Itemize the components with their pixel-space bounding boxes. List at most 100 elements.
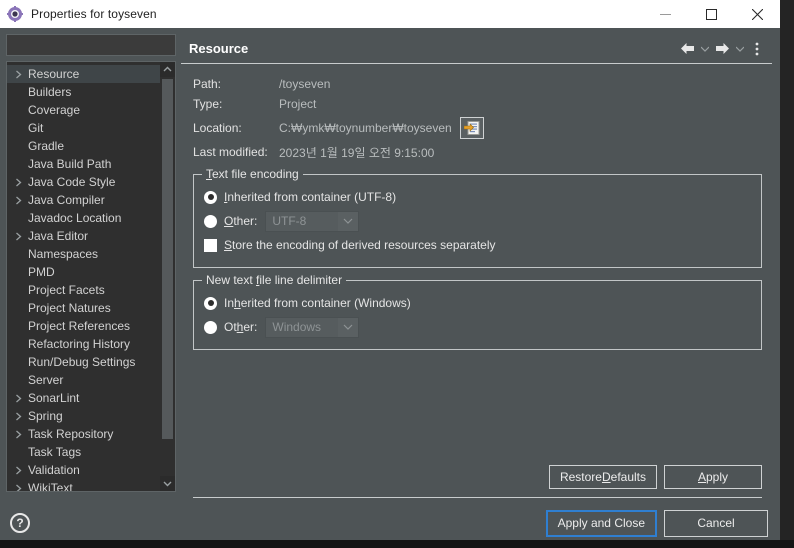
window-controls: [642, 0, 780, 28]
sidebar-item-gradle[interactable]: Gradle: [7, 137, 160, 155]
delimiter-other-b: er:: [243, 320, 258, 334]
sidebar-item-javadoc-location[interactable]: Javadoc Location: [7, 209, 160, 227]
chevron-right-icon[interactable]: [11, 174, 26, 190]
delimiter-other-a: Ot: [224, 320, 237, 334]
tree-indent-spacer: [11, 120, 26, 136]
encoding-inherited-radio[interactable]: [204, 190, 217, 204]
encoding-combo-chevron-down-icon[interactable]: [338, 216, 358, 226]
encoding-inherited-label-rest: nherited from container (UTF-8): [227, 190, 397, 204]
maximize-button[interactable]: [688, 0, 734, 28]
sidebar-item-task-tags[interactable]: Task Tags: [7, 443, 160, 461]
sidebar-item-label: Task Tags: [28, 445, 82, 459]
sidebar-item-coverage[interactable]: Coverage: [7, 101, 160, 119]
sidebar-item-project-references[interactable]: Project References: [7, 317, 160, 335]
sidebar-item-java-code-style[interactable]: Java Code Style: [7, 173, 160, 191]
filter-search-wrap: [6, 34, 181, 61]
tree-indent-spacer: [11, 282, 26, 298]
properties-gear-icon: [7, 6, 23, 22]
sidebar-item-label: Run/Debug Settings: [28, 355, 136, 369]
sidebar-item-spring[interactable]: Spring: [7, 407, 160, 425]
location-label: Location:: [193, 121, 242, 135]
encoding-inherited-row[interactable]: Inherited from container (UTF-8): [204, 185, 751, 209]
delimiter-combo[interactable]: Windows: [265, 316, 360, 338]
sidebar-item-label: Spring: [28, 409, 63, 423]
tree-indent-spacer: [11, 264, 26, 280]
delimiter-other-radio[interactable]: [204, 320, 217, 334]
sidebar-item-java-editor[interactable]: Java Editor: [7, 227, 160, 245]
back-button[interactable]: [676, 37, 698, 61]
sidebar-item-server[interactable]: Server: [7, 371, 160, 389]
delimiter-other-row[interactable]: Other: Windows: [204, 315, 751, 339]
sidebar-item-java-compiler[interactable]: Java Compiler: [7, 191, 160, 209]
forward-dropdown-chevron-down-icon[interactable]: [733, 37, 746, 61]
settings-tree-wrap: Resource Builders Coverage Git Gradle Java Bu…: [6, 61, 176, 492]
encoding-combo[interactable]: UTF-8: [265, 210, 360, 232]
sidebar-item-label: Gradle: [28, 139, 65, 153]
sidebar-item-pmd[interactable]: PMD: [7, 263, 160, 281]
sidebar-item-resource[interactable]: Resource: [7, 65, 160, 83]
sidebar-scrollbar[interactable]: [160, 62, 175, 491]
sidebar-item-java-build-path[interactable]: Java Build Path: [7, 155, 160, 173]
minimize-button[interactable]: [642, 0, 688, 28]
sidebar-item-refactoring-history[interactable]: Refactoring History: [7, 335, 160, 353]
panel-header: Resource: [181, 34, 772, 64]
edit-location-icon[interactable]: [459, 117, 484, 139]
view-menu-button[interactable]: [746, 37, 768, 61]
encoding-inherited-label: Inherited from container (UTF-8): [224, 190, 397, 204]
property-row-type: Type: Project: [193, 94, 772, 114]
desktop-right-strip: [780, 0, 794, 548]
restore-defaults-a: Restore: [559, 470, 602, 484]
panel-action-buttons: Restore Defaults Apply: [193, 465, 772, 497]
delimiter-other-label: Other:: [224, 320, 258, 334]
chevron-right-icon[interactable]: [11, 390, 26, 406]
scrollbar-track[interactable]: [160, 77, 175, 476]
close-button[interactable]: [734, 0, 780, 28]
sidebar-item-label: Resource: [28, 67, 80, 81]
chevron-right-icon[interactable]: [11, 426, 26, 442]
sidebar-item-run-debug-settings[interactable]: Run/Debug Settings: [7, 353, 160, 371]
cancel-button[interactable]: Cancel: [664, 509, 768, 537]
sidebar-item-wikitext[interactable]: WikiText: [7, 479, 160, 491]
delimiter-inherited-radio[interactable]: [204, 296, 217, 310]
store-separately-label-rest: tore the encoding of derived resources s…: [232, 238, 496, 252]
chevron-right-icon[interactable]: [11, 192, 26, 208]
sidebar-item-validation[interactable]: Validation: [7, 461, 160, 479]
scroll-down-arrow-icon[interactable]: [160, 476, 175, 491]
property-row-location: Location: C:₩ymk₩toynumber₩toyseven: [193, 114, 772, 142]
sidebar-item-git[interactable]: Git: [7, 119, 160, 137]
restore-defaults-button[interactable]: Restore Defaults: [548, 465, 657, 489]
delimiter-inherited-row[interactable]: Inherited from container (Windows): [204, 291, 751, 315]
sidebar-item-project-natures[interactable]: Project Natures: [7, 299, 160, 317]
sidebar-item-task-repository[interactable]: Task Repository: [7, 425, 160, 443]
encoding-other-radio[interactable]: [204, 214, 217, 228]
sidebar-item-label: Project Facets: [28, 283, 105, 297]
tree-indent-spacer: [11, 300, 26, 316]
sidebar-item-project-facets[interactable]: Project Facets: [7, 281, 160, 299]
settings-tree[interactable]: Resource Builders Coverage Git Gradle Java Bu…: [7, 62, 160, 491]
apply-button[interactable]: Apply: [664, 465, 762, 489]
sidebar-item-namespaces[interactable]: Namespaces: [7, 245, 160, 263]
page-title: Resource: [189, 41, 249, 56]
chevron-right-icon[interactable]: [11, 462, 26, 478]
sidebar-item-sonarlint[interactable]: SonarLint: [7, 389, 160, 407]
back-dropdown-chevron-down-icon[interactable]: [698, 37, 711, 61]
type-label: Type:: [193, 97, 223, 111]
tree-indent-spacer: [11, 84, 26, 100]
chevron-right-icon[interactable]: [11, 480, 26, 491]
chevron-right-icon[interactable]: [11, 66, 26, 82]
chevron-right-icon[interactable]: [11, 408, 26, 424]
search-input[interactable]: [6, 34, 176, 56]
help-icon[interactable]: ?: [10, 513, 30, 533]
scroll-up-arrow-icon[interactable]: [160, 62, 175, 77]
text-file-encoding-group: Text file encoding Inherited from contai…: [193, 167, 762, 268]
forward-button[interactable]: [711, 37, 733, 61]
sidebar-item-label: PMD: [28, 265, 55, 279]
apply-and-close-button[interactable]: Apply and Close: [545, 509, 657, 537]
store-separately-checkbox[interactable]: [204, 238, 217, 252]
chevron-right-icon[interactable]: [11, 228, 26, 244]
encoding-other-row[interactable]: Other: UTF-8: [204, 209, 751, 233]
store-separately-row[interactable]: Store the encoding of derived resources …: [204, 233, 751, 257]
sidebar-item-builders[interactable]: Builders: [7, 83, 160, 101]
delimiter-combo-chevron-down-icon[interactable]: [338, 322, 358, 332]
scrollbar-thumb[interactable]: [162, 79, 173, 439]
